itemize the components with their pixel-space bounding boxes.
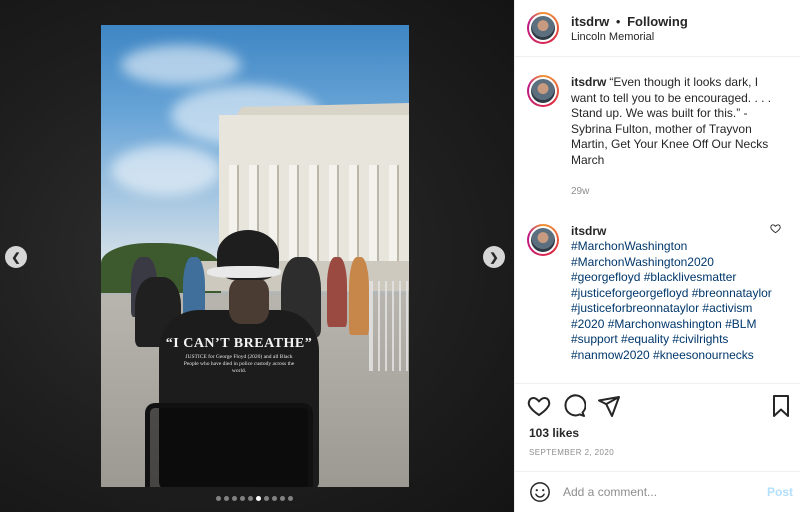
carousel-dot bbox=[272, 496, 277, 501]
header-username[interactable]: itsdrw bbox=[571, 14, 609, 29]
carousel-next-button[interactable]: ❯ bbox=[483, 246, 505, 268]
neck bbox=[229, 278, 269, 324]
comments-list[interactable]: itsdrw “Even though it looks dark, I want… bbox=[515, 57, 800, 384]
shirt-headline: “I CAN’T BREATHE” bbox=[165, 336, 313, 351]
caption-comment: itsdrw “Even though it looks dark, I want… bbox=[515, 57, 800, 200]
post-actions: 103 likes bbox=[515, 384, 800, 444]
location-link[interactable]: Lincoln Memorial bbox=[571, 31, 654, 43]
comment-body: itsdrw “Even though it looks dark, I want… bbox=[571, 57, 775, 200]
add-comment-input[interactable] bbox=[563, 482, 753, 502]
carousel-dot bbox=[232, 496, 237, 501]
post-date[interactable]: SEPTEMBER 2, 2020 bbox=[529, 448, 614, 457]
comment-timestamp[interactable]: 29w bbox=[571, 184, 775, 200]
column bbox=[389, 165, 397, 275]
carousel-dot bbox=[216, 496, 221, 501]
hashtag-text[interactable]: #MarchonWashington #MarchonWashington202… bbox=[571, 239, 772, 362]
bookmark-icon[interactable] bbox=[769, 394, 793, 418]
visor bbox=[207, 266, 281, 278]
post-details-panel: itsdrw • Following Lincoln Memorial itsd… bbox=[514, 0, 800, 512]
crowd-person bbox=[349, 257, 369, 335]
carousel-dot bbox=[240, 496, 245, 501]
chevron-right-icon: ❯ bbox=[489, 251, 499, 264]
media-pane: “I CAN’T BREATHE” JUSTICE for George Flo… bbox=[0, 0, 514, 512]
heart-icon[interactable] bbox=[527, 394, 551, 418]
comment-username[interactable]: itsdrw bbox=[571, 224, 606, 238]
cloud bbox=[121, 45, 241, 85]
carousel-dot bbox=[264, 496, 269, 501]
avatar[interactable] bbox=[527, 223, 559, 256]
header-username-row: itsdrw • Following bbox=[571, 14, 688, 29]
comment-username[interactable]: itsdrw bbox=[571, 75, 606, 89]
carousel-dot bbox=[280, 496, 285, 501]
crowd-person bbox=[327, 257, 347, 327]
likes-count[interactable]: 103 likes bbox=[529, 426, 579, 440]
avatar[interactable] bbox=[527, 12, 559, 44]
follow-separator: • bbox=[615, 14, 621, 29]
folding-chair bbox=[145, 403, 313, 487]
comment-like-heart-icon[interactable] bbox=[770, 223, 781, 234]
following-button[interactable]: Following bbox=[627, 14, 688, 29]
carousel-prev-button[interactable]: ❮ bbox=[5, 246, 27, 268]
chevron-left-icon: ❮ bbox=[11, 251, 21, 264]
cloud bbox=[111, 145, 221, 195]
column bbox=[369, 165, 377, 275]
smiley-icon[interactable] bbox=[529, 481, 551, 503]
comment-composer: Post bbox=[515, 471, 800, 512]
carousel-dot bbox=[248, 496, 253, 501]
carousel-dot bbox=[224, 496, 229, 501]
carousel-dots bbox=[216, 496, 293, 501]
avatar[interactable] bbox=[527, 75, 559, 107]
carousel-dot bbox=[256, 496, 261, 501]
post-comment-button[interactable]: Post bbox=[767, 485, 793, 499]
comment-body: itsdrw #MarchonWashington #MarchonWashin… bbox=[571, 206, 775, 364]
carousel-dot bbox=[288, 496, 293, 501]
shirt-subtext: JUSTICE for George Floyd (2020) and all … bbox=[183, 354, 295, 374]
paper-plane-icon[interactable] bbox=[597, 394, 621, 418]
comment-bubble-icon[interactable] bbox=[562, 394, 586, 418]
post-header: itsdrw • Following Lincoln Memorial bbox=[515, 0, 800, 57]
barricade-fence bbox=[369, 281, 409, 371]
hashtag-comment: itsdrw #MarchonWashington #MarchonWashin… bbox=[515, 206, 800, 364]
post-photo[interactable]: “I CAN’T BREATHE” JUSTICE for George Flo… bbox=[101, 25, 409, 487]
